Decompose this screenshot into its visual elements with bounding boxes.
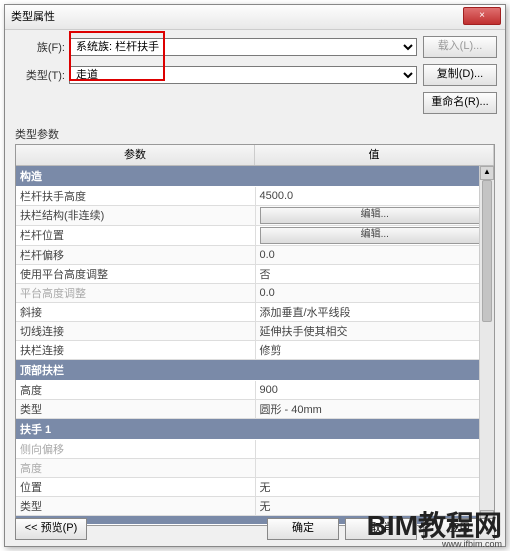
param-value-cell[interactable]: 无 (256, 478, 495, 496)
param-value-cell[interactable]: 无 (256, 497, 495, 515)
edit-button[interactable]: 编辑... (260, 207, 491, 224)
param-row[interactable]: 平台高度调整0.0 (16, 284, 494, 303)
param-row[interactable]: 高度 (16, 459, 494, 478)
cancel-button[interactable]: 取消 (345, 518, 417, 540)
param-row[interactable]: 高度900 (16, 381, 494, 400)
param-name-cell: 斜接 (16, 303, 256, 321)
param-row[interactable]: 切线连接延伸扶手使其相交 (16, 322, 494, 341)
vertical-scrollbar[interactable]: ▲ ▼ (479, 166, 494, 524)
param-value-cell[interactable]: 添加垂直/水平线段 (256, 303, 495, 321)
param-name-cell: 类型 (16, 497, 256, 515)
param-row[interactable]: 类型无 (16, 497, 494, 516)
edit-button[interactable]: 编辑... (260, 227, 491, 244)
param-name-cell: 使用平台高度调整 (16, 265, 256, 283)
dialog-footer: << 预览(P) 确定 取消 应用 (15, 518, 495, 540)
preview-button[interactable]: << 预览(P) (15, 518, 87, 540)
grid-body[interactable]: 构造栏杆扶手高度4500.0扶栏结构(非连续)编辑...栏杆位置编辑...栏杆偏… (16, 166, 494, 524)
ok-button[interactable]: 确定 (267, 518, 339, 540)
param-row[interactable]: 栏杆扶手高度4500.0 (16, 187, 494, 206)
param-row[interactable]: 栏杆位置编辑... (16, 226, 494, 246)
type-label: 类型(T): (13, 67, 65, 83)
param-row[interactable]: 栏杆偏移0.0 (16, 246, 494, 265)
param-name-cell: 平台高度调整 (16, 284, 256, 302)
param-value-cell[interactable] (256, 440, 495, 458)
group-header[interactable]: 构造 (16, 166, 494, 187)
param-name-cell: 栏杆偏移 (16, 246, 256, 264)
param-name-cell: 栏杆位置 (16, 226, 256, 245)
title-bar: 类型属性 × (5, 5, 505, 30)
param-value-cell[interactable]: 圆形 - 40mm (256, 400, 495, 418)
param-value-cell[interactable]: 修剪 (256, 341, 495, 359)
header-param: 参数 (16, 145, 255, 165)
family-select[interactable]: 系统族: 栏杆扶手 (69, 38, 417, 56)
parameter-grid: 参数 值 构造栏杆扶手高度4500.0扶栏结构(非连续)编辑...栏杆位置编辑.… (15, 144, 495, 526)
close-button[interactable]: × (463, 7, 501, 25)
param-value-cell[interactable]: 4500.0 (256, 187, 495, 205)
param-value-cell[interactable] (256, 459, 495, 477)
duplicate-button[interactable]: 复制(D)... (423, 64, 497, 86)
type-params-label: 类型参数 (15, 126, 495, 142)
group-header[interactable]: 顶部扶栏 (16, 360, 494, 381)
top-form: 族(F): 系统族: 栏杆扶手 载入(L)... 类型(T): 走道 复制(D)… (5, 30, 505, 122)
param-name-cell: 切线连接 (16, 322, 256, 340)
type-select[interactable]: 走道 (69, 66, 417, 84)
param-name-cell: 位置 (16, 478, 256, 496)
dialog-title: 类型属性 (11, 11, 55, 23)
param-value-cell[interactable]: 编辑... (256, 206, 495, 225)
param-value-cell[interactable]: 0.0 (256, 246, 495, 264)
param-name-cell: 高度 (16, 381, 256, 399)
param-row[interactable]: 位置无 (16, 478, 494, 497)
param-name-cell: 栏杆扶手高度 (16, 187, 256, 205)
param-row[interactable]: 使用平台高度调整否 (16, 265, 494, 284)
param-row[interactable]: 侧向偏移 (16, 440, 494, 459)
param-name-cell: 高度 (16, 459, 256, 477)
load-button[interactable]: 载入(L)... (423, 36, 497, 58)
scroll-up-arrow[interactable]: ▲ (480, 166, 494, 180)
param-name-cell: 类型 (16, 400, 256, 418)
param-row[interactable]: 斜接添加垂直/水平线段 (16, 303, 494, 322)
apply-button[interactable]: 应用 (423, 518, 495, 540)
param-name-cell: 扶栏结构(非连续) (16, 206, 256, 225)
param-value-cell[interactable]: 0.0 (256, 284, 495, 302)
header-value: 值 (255, 145, 494, 165)
type-properties-dialog: 类型属性 × 族(F): 系统族: 栏杆扶手 载入(L)... 类型(T): 走… (4, 4, 506, 547)
param-value-cell[interactable]: 900 (256, 381, 495, 399)
param-value-cell[interactable]: 否 (256, 265, 495, 283)
param-row[interactable]: 类型圆形 - 40mm (16, 400, 494, 419)
param-row[interactable]: 扶栏结构(非连续)编辑... (16, 206, 494, 226)
rename-button[interactable]: 重命名(R)... (423, 92, 497, 114)
param-name-cell: 侧向偏移 (16, 440, 256, 458)
param-value-cell[interactable]: 编辑... (256, 226, 495, 245)
param-value-cell[interactable]: 延伸扶手使其相交 (256, 322, 495, 340)
group-header[interactable]: 扶手 1 (16, 419, 494, 440)
grid-header: 参数 值 (16, 145, 494, 166)
param-name-cell: 扶栏连接 (16, 341, 256, 359)
scroll-thumb[interactable] (482, 180, 492, 322)
family-label: 族(F): (13, 39, 65, 55)
param-row[interactable]: 扶栏连接修剪 (16, 341, 494, 360)
